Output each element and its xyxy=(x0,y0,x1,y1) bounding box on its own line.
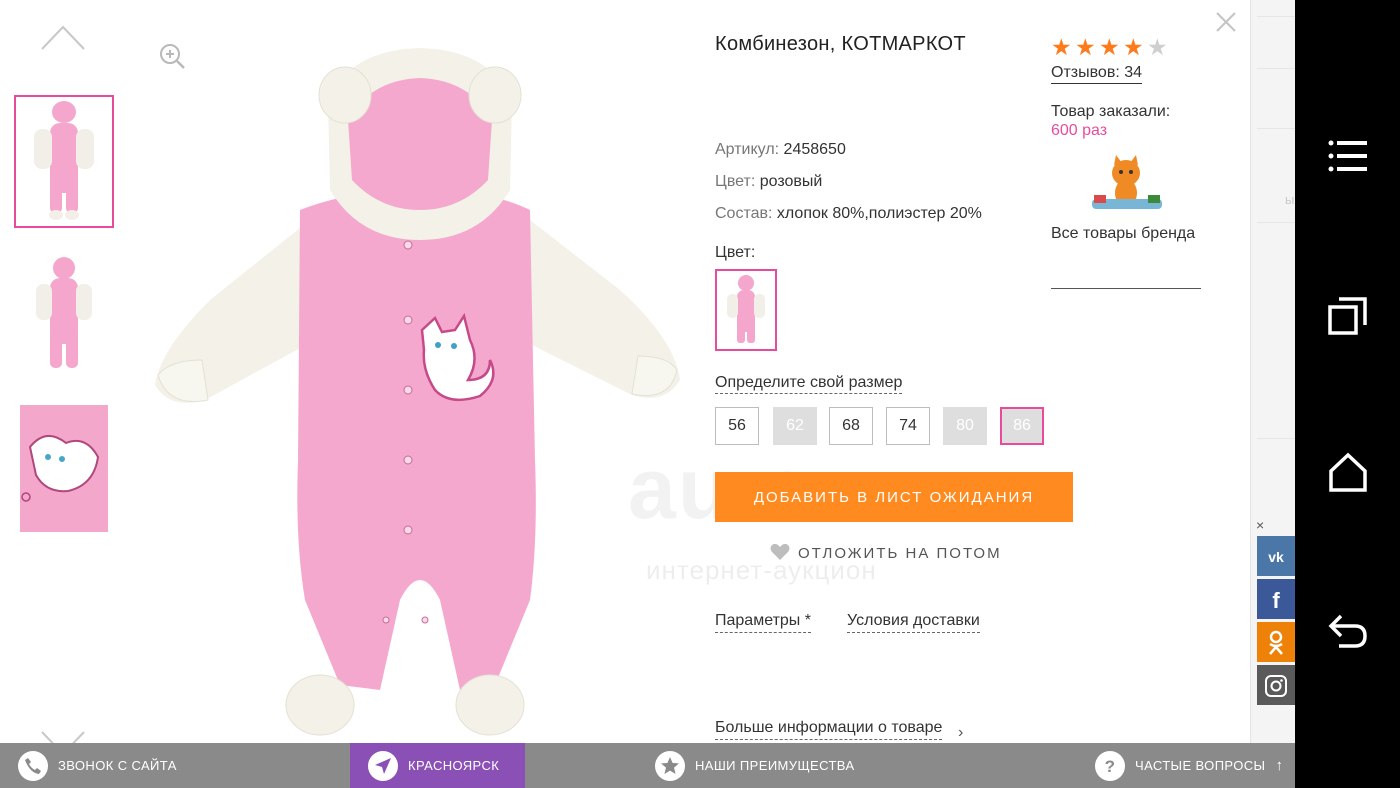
bottom-bar: ЗВОНОК С САЙТА КРАСНОЯРСК НАШИ ПРЕИМУЩЕС… xyxy=(0,743,1295,788)
color-swatch-pink[interactable] xyxy=(715,269,777,351)
close-icon[interactable] xyxy=(1214,10,1238,34)
home-icon[interactable] xyxy=(1325,450,1371,496)
city-selector[interactable]: КРАСНОЯРСК xyxy=(350,743,525,788)
thumbs-up-arrow-icon[interactable] xyxy=(40,22,86,52)
add-to-waitlist-button[interactable]: ДОБАВИТЬ В ЛИСТ ОЖИДАНИЯ xyxy=(715,472,1073,522)
question-icon: ? xyxy=(1095,750,1125,781)
ordered-value: 600 раз xyxy=(1051,122,1108,139)
recent-apps-icon[interactable] xyxy=(1325,293,1371,339)
more-info-link[interactable]: Больше информации о товаре xyxy=(715,719,943,740)
thumbnail-detail[interactable] xyxy=(14,403,114,534)
star-icon xyxy=(655,750,685,781)
color-value: розовый xyxy=(759,173,823,190)
star-filled-icon: ★ xyxy=(1123,34,1144,60)
system-navigation-bar xyxy=(1295,0,1400,788)
callback-label: ЗВОНОК С САЙТА xyxy=(58,758,177,773)
advantages-label: НАШИ ПРЕИМУЩЕСТВА xyxy=(695,758,855,773)
back-icon[interactable] xyxy=(1325,608,1371,654)
color-picker-label: Цвет: xyxy=(715,244,756,261)
thumbnail-back[interactable] xyxy=(14,252,114,377)
size-option-74[interactable]: 74 xyxy=(886,407,930,445)
svg-text:f: f xyxy=(1272,588,1280,612)
heart-icon xyxy=(770,543,790,560)
faq-button[interactable]: ? ЧАСТЫЕ ВОПРОСЫ ↑ xyxy=(1095,743,1283,788)
chevron-right-icon: › xyxy=(958,724,964,741)
size-option-80[interactable]: 80 xyxy=(943,407,987,445)
star-empty-icon: ★ xyxy=(1147,34,1168,60)
thumbs-down-arrow-icon[interactable] xyxy=(40,730,86,744)
save-for-later-label: ОТЛОЖИТЬ НА ПОТОМ xyxy=(798,545,1002,562)
size-guide-link[interactable]: Определите свой размер xyxy=(715,374,903,394)
reviews-link[interactable]: Отзывов: 34 xyxy=(1051,64,1143,84)
product-modal: Комбинезон, КОТМАРКОТ Артикул: 2458650 Ц… xyxy=(0,0,1250,744)
instagram-icon[interactable] xyxy=(1257,665,1295,705)
phone-icon xyxy=(18,750,48,781)
tab-parameters[interactable]: Параметры * xyxy=(715,612,811,633)
menu-icon[interactable] xyxy=(1325,133,1371,179)
star-filled-icon: ★ xyxy=(1099,34,1120,60)
composition-key: Состав: xyxy=(715,205,773,222)
size-option-86[interactable]: 86 xyxy=(1000,407,1044,445)
composition-row: Состав: хлопок 80%,полиэстер 20% xyxy=(715,205,982,223)
article-value: 2458650 xyxy=(783,141,846,158)
facebook-icon[interactable]: f xyxy=(1257,579,1295,619)
arrow-up-icon: ↑ xyxy=(1275,757,1284,774)
ordered-label: Товар заказали: xyxy=(1051,103,1171,120)
advantages-button[interactable]: НАШИ ПРЕИМУЩЕСТВА xyxy=(655,743,855,788)
article-row: Артикул: 2458650 xyxy=(715,141,846,159)
vk-icon[interactable]: vk xyxy=(1257,536,1295,576)
size-option-68[interactable]: 68 xyxy=(829,407,873,445)
thumbnail-front[interactable] xyxy=(14,95,114,228)
location-arrow-icon xyxy=(368,750,398,781)
main-product-image[interactable] xyxy=(150,40,690,743)
size-option-56[interactable]: 56 xyxy=(715,407,759,445)
odnoklassniki-icon[interactable] xyxy=(1257,622,1295,662)
callback-button[interactable]: ЗВОНОК С САЙТА xyxy=(18,743,177,788)
product-title: Комбинезон, КОТМАРКОТ xyxy=(715,33,966,55)
faq-label: ЧАСТЫЕ ВОПРОСЫ xyxy=(1135,758,1266,773)
divider xyxy=(1051,288,1201,289)
save-for-later-link[interactable]: ОТЛОЖИТЬ НА ПОТОМ xyxy=(770,543,1002,562)
composition-value: хлопок 80%,полиэстер 20% xyxy=(776,205,982,222)
rating-stars: ★ ★ ★ ★ ★ xyxy=(1051,34,1171,60)
brand-logo-cat-icon[interactable] xyxy=(1088,155,1166,217)
star-filled-icon: ★ xyxy=(1075,34,1096,60)
svg-text:?: ? xyxy=(1105,757,1116,776)
city-label: КРАСНОЯРСК xyxy=(408,758,500,773)
color-key: Цвет: xyxy=(715,173,756,190)
size-option-62[interactable]: 62 xyxy=(773,407,817,445)
social-close-icon[interactable]: × xyxy=(1256,517,1264,533)
svg-text:vk: vk xyxy=(1268,549,1284,565)
background-text: ы xyxy=(1285,192,1295,207)
color-row: Цвет: розовый xyxy=(715,173,822,191)
article-key: Артикул: xyxy=(715,141,780,158)
brand-all-products-link[interactable]: Все товары бренда xyxy=(1051,225,1195,243)
star-filled-icon: ★ xyxy=(1051,34,1072,60)
tab-delivery[interactable]: Условия доставки xyxy=(847,612,980,633)
